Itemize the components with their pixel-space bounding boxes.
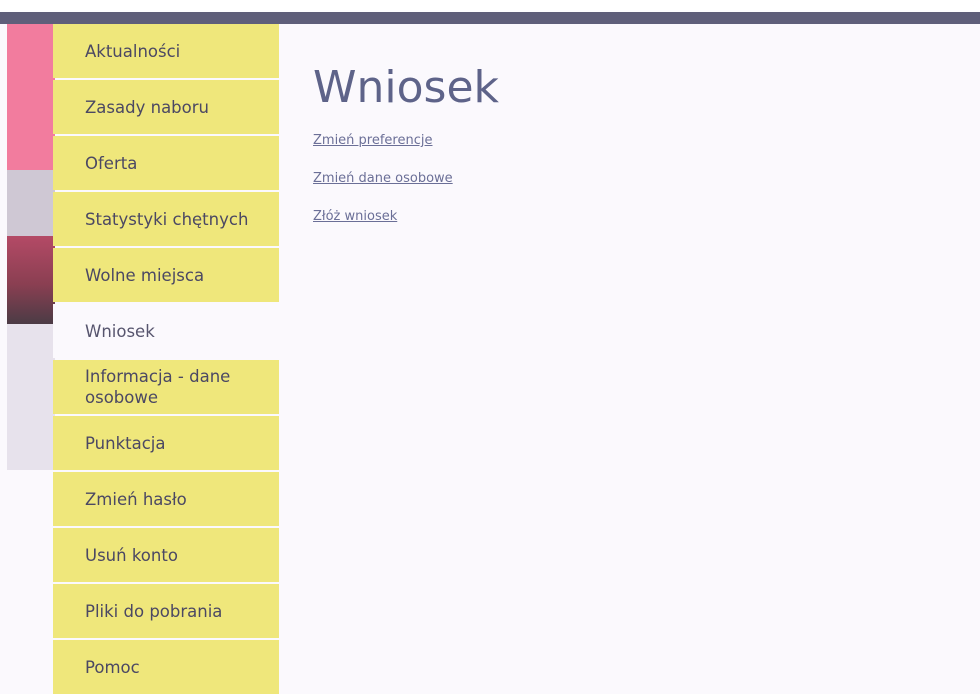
sidebar-item-informacja-dane-osobowe[interactable]: Informacja - dane osobowe xyxy=(53,360,279,414)
decorative-pink-strip xyxy=(7,24,55,170)
sidebar-item-usun-konto[interactable]: Usuń konto xyxy=(53,528,279,582)
sidebar-item-punktacja[interactable]: Punktacja xyxy=(53,416,279,470)
decorative-light-strip xyxy=(7,324,55,470)
sidebar-item-aktualnosci[interactable]: Aktualności xyxy=(53,24,279,78)
decorative-grey-strip xyxy=(7,170,55,236)
decorative-photo-strip xyxy=(7,236,55,324)
main-content: Wniosek Zmień preferencje Zmień dane oso… xyxy=(313,60,499,246)
top-bar xyxy=(0,0,980,24)
sidebar-item-statystyki-chetnych[interactable]: Statystyki chętnych xyxy=(53,192,279,246)
sidebar-nav: Aktualności Zasady naboru Oferta Statyst… xyxy=(53,24,279,694)
sidebar-item-zasady-naboru[interactable]: Zasady naboru xyxy=(53,80,279,134)
sidebar-item-oferta[interactable]: Oferta xyxy=(53,136,279,190)
sidebar-item-pomoc[interactable]: Pomoc xyxy=(53,640,279,694)
sidebar-item-zmien-haslo[interactable]: Zmień hasło xyxy=(53,472,279,526)
page-title: Wniosek xyxy=(313,62,500,113)
change-personal-data-link[interactable]: Zmień dane osobowe xyxy=(313,170,499,187)
sidebar-item-wolne-miejsca[interactable]: Wolne miejsca xyxy=(53,248,279,302)
sidebar-item-pliki-do-pobrania[interactable]: Pliki do pobrania xyxy=(53,584,279,638)
change-preferences-link[interactable]: Zmień preferencje xyxy=(313,132,499,149)
sidebar-item-wniosek[interactable]: Wniosek xyxy=(53,304,279,358)
submit-application-link[interactable]: Złóż wniosek xyxy=(313,208,499,225)
top-bar-line xyxy=(0,12,980,24)
